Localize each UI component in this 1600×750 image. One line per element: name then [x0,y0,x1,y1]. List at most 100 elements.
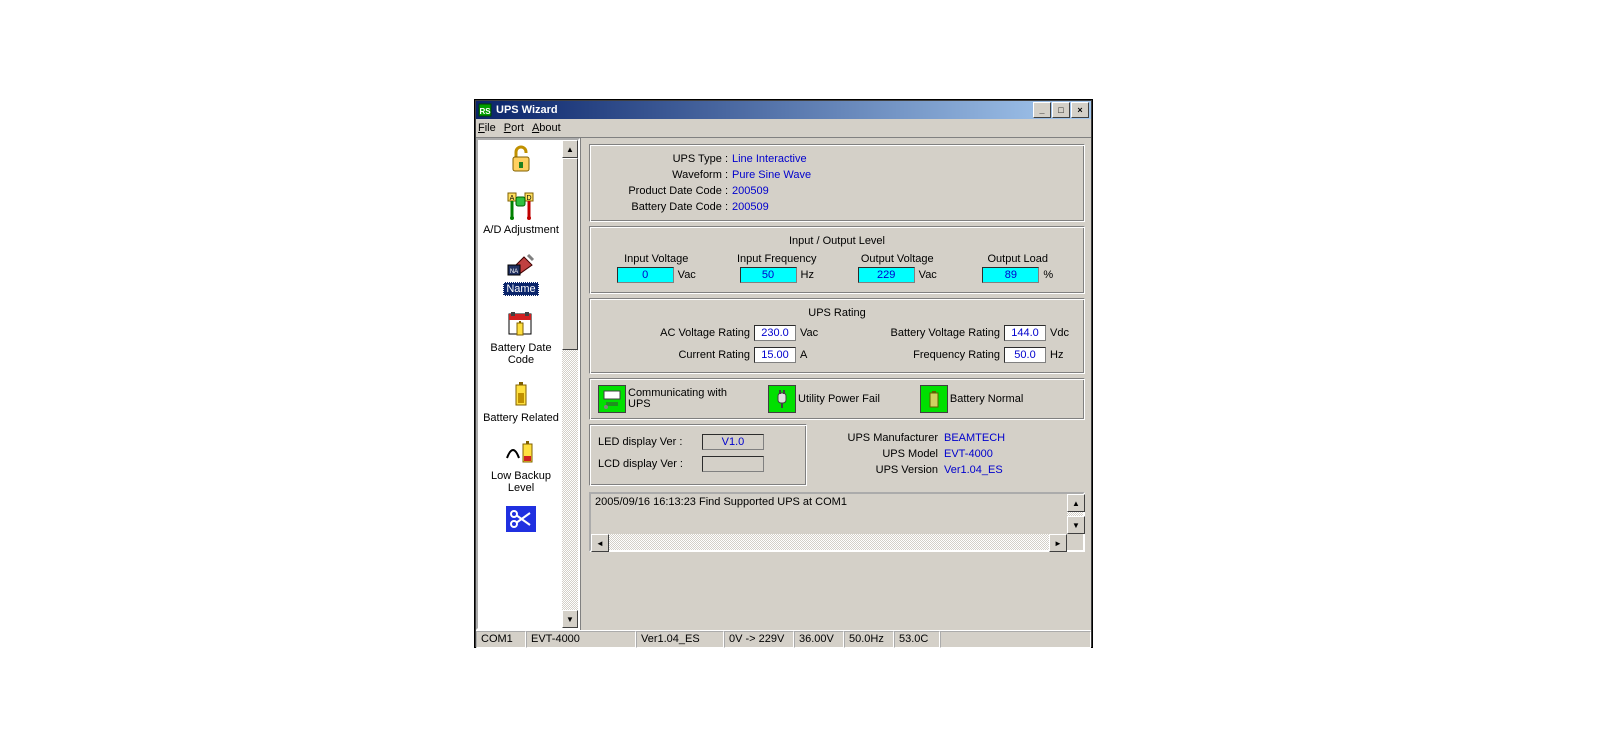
status-cell-port: COM1 [476,631,526,648]
battery-voltage-rating-unit: Vdc [1050,327,1072,339]
sidebar-item-ad-adjustment[interactable]: AD A/D Adjustment [481,190,561,236]
display-version-group: LED display Ver : V1.0 LCD display Ver : [589,424,807,486]
menu-file[interactable]: File [478,122,496,134]
main-panel: UPS Type :Line Interactive Waveform :Pur… [581,138,1091,630]
ac-voltage-rating-label: AC Voltage Rating [660,327,750,339]
close-button[interactable]: × [1071,102,1089,118]
app-window: RS UPS Wizard _ □ × File Port About [475,100,1092,647]
current-rating-label: Current Rating [678,349,750,361]
battery-date-label: Battery Date Code : [598,201,732,213]
status-bar: COM1 EVT-4000 Ver1.04_ES 0V -> 229V 36.0… [476,630,1091,648]
lcd-display-ver-label: LCD display Ver : [598,458,698,470]
input-voltage-value: 0 [617,267,674,283]
window-title: UPS Wizard [496,104,1033,116]
log-vertical-scrollbar[interactable]: ▲ ▼ [1067,494,1083,534]
status-cell-voltage: 0V -> 229V [724,631,794,648]
sidebar-item-battery-related[interactable]: Battery Related [481,378,561,424]
waveform-label: Waveform : [598,169,732,181]
sidebar-item-label: Battery Related [481,412,561,424]
io-level-title: Input / Output Level [598,235,1076,247]
product-date-value: 200509 [732,185,769,197]
menu-port[interactable]: Port [504,122,524,134]
current-rating-unit: A [800,349,822,361]
current-rating-value: 15.00 [754,347,796,363]
ups-manufacturer-value: BEAMTECH [944,432,1005,444]
input-frequency-value: 50 [740,267,797,283]
ad-adjustment-icon: AD [504,190,538,222]
ups-rating-title: UPS Rating [598,307,1076,319]
scroll-up-button[interactable]: ▲ [1067,494,1085,512]
menu-bar: File Port About [476,119,1091,138]
ups-type-value: Line Interactive [732,153,807,165]
ups-manufacturer-label: UPS Manufacturer [823,432,944,444]
battery-voltage-rating-label: Battery Voltage Rating [891,327,1000,339]
manufacturer-group: UPS ManufacturerBEAMTECH UPS ModelEVT-40… [815,424,1085,486]
log-textarea[interactable]: 2005/09/16 16:13:23 Find Supported UPS a… [589,492,1085,552]
input-voltage-label: Input Voltage [602,253,711,265]
sidebar-item-label: Low Backup Level [481,470,561,494]
status-utility-power: Utility Power Fail [768,385,880,413]
led-display-ver-label: LED display Ver : [598,436,698,448]
sidebar: AD A/D Adjustment NA Name [476,138,566,630]
title-bar: RS UPS Wizard _ □ × [476,101,1091,119]
ac-voltage-rating-value: 230.0 [754,325,796,341]
ups-model-value: EVT-4000 [944,448,993,460]
sidebar-item-lock[interactable] [481,144,561,178]
ups-rating-group: UPS Rating AC Voltage Rating 230.0 Vac Bat… [589,298,1085,374]
ups-model-label: UPS Model [823,448,944,460]
frequency-rating-label: Frequency Rating [913,349,1000,361]
scroll-left-button[interactable]: ◄ [591,534,609,552]
status-cell-model: EVT-4000 [526,631,636,648]
padlock-icon [504,144,538,176]
status-cell-frequency: 50.0Hz [844,631,894,648]
scroll-down-button[interactable]: ▼ [562,610,578,628]
frequency-rating-unit: Hz [1050,349,1072,361]
output-voltage-unit: Vac [919,269,937,281]
scroll-thumb[interactable] [562,158,578,350]
sidebar-item-extra[interactable] [481,506,561,534]
output-voltage-value: 229 [858,267,915,283]
minimize-button[interactable]: _ [1033,102,1051,118]
svg-text:D: D [526,195,531,202]
status-battery-normal-label: Battery Normal [950,394,1023,405]
svg-text:RS: RS [479,107,491,116]
scroll-right-button[interactable]: ► [1049,534,1067,552]
status-utility-power-label: Utility Power Fail [798,394,880,405]
input-frequency-unit: Hz [801,269,814,281]
input-voltage-unit: Vac [678,269,696,281]
status-battery-normal: Battery Normal [920,385,1023,413]
sidebar-item-battery-date-code[interactable]: Battery Date Code [481,308,561,366]
status-communicating: Communicating with UPS [598,385,728,413]
ups-version-value: Ver1.04_ES [944,464,1003,476]
ac-voltage-rating-unit: Vac [800,327,822,339]
maximize-button[interactable]: □ [1052,102,1070,118]
scroll-down-button[interactable]: ▼ [1067,516,1085,534]
scissors-icon [506,506,536,532]
svg-text:A: A [510,195,515,202]
log-line: 2005/09/16 16:13:23 Find Supported UPS a… [595,496,847,508]
sidebar-item-name[interactable]: NA Name [481,248,561,296]
battery-status-icon [920,385,948,413]
name-tag-icon: NA [504,248,538,280]
status-cell-version: Ver1.04_ES [636,631,724,648]
scrollbar-corner [1067,534,1083,550]
ups-type-label: UPS Type : [598,153,732,165]
battery-icon [504,378,538,410]
sidebar-item-label: Battery Date Code [481,342,561,366]
svg-text:NA: NA [510,269,518,275]
menu-about[interactable]: About [532,122,561,134]
led-display-ver-value: V1.0 [702,434,764,450]
sidebar-item-label: Name [503,282,538,296]
sidebar-item-low-backup-level[interactable]: Low Backup Level [481,436,561,494]
status-communicating-label: Communicating with UPS [628,388,728,410]
status-group: Communicating with UPS Utility Power Fai… [589,378,1085,420]
output-voltage-label: Output Voltage [843,253,952,265]
battery-voltage-rating-value: 144.0 [1004,325,1046,341]
output-load-label: Output Load [964,253,1073,265]
log-horizontal-scrollbar[interactable]: ◄ ► [591,534,1067,550]
sidebar-scrollbar[interactable]: ▲ ▼ [562,138,580,630]
scroll-up-button[interactable]: ▲ [562,140,578,158]
battery-date-value: 200509 [732,201,769,213]
plug-icon [768,385,796,413]
status-cell-batt-voltage: 36.00V [794,631,844,648]
